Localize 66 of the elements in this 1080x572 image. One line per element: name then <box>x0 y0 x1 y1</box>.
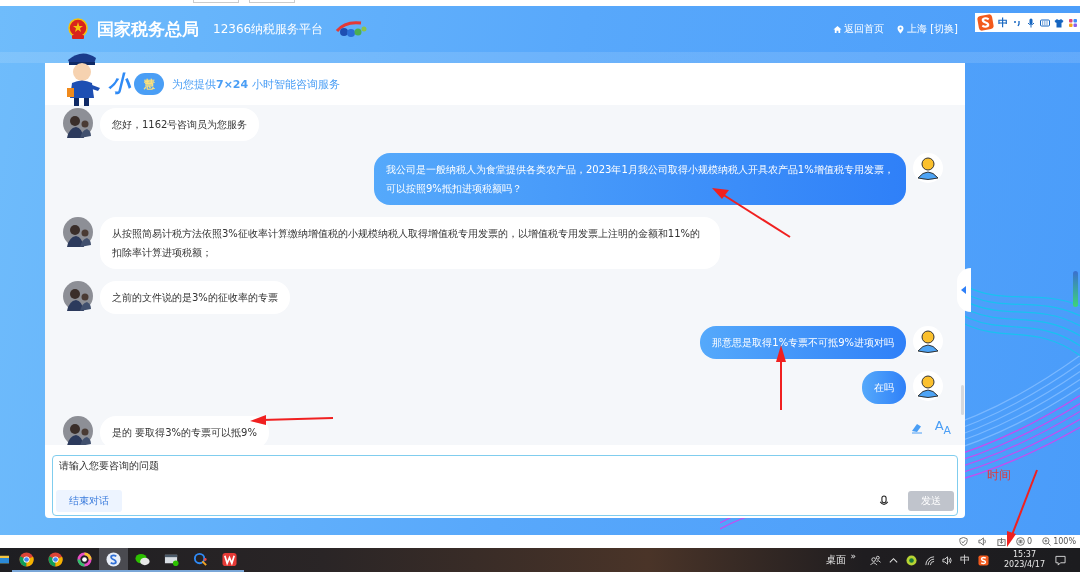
clock-date: 2023/4/17 <box>1003 560 1045 570</box>
desktop-label[interactable]: 桌面 <box>826 553 847 567</box>
office-icon <box>222 551 237 567</box>
user-message: 我公司是一般纳税人为食堂提供各类农产品，2023年1月我公司取得小规模纳税人开具农产品1%增值税专用发票，可以按照9%抵扣进项税额吗？ <box>374 153 906 205</box>
microphone-icon[interactable] <box>879 495 889 507</box>
scrollbar-thumb[interactable] <box>961 385 964 415</box>
user-message: 那意思是取得1%专票不可抵9%进项对吗 <box>700 326 906 359</box>
chat-bubbles-icon <box>135 551 150 567</box>
zoom-control[interactable]: 100% <box>1042 537 1076 546</box>
browser-icon <box>48 551 63 567</box>
site-title: 国家税务总局 <box>97 17 199 41</box>
assistant-name: 小 <box>108 70 130 98</box>
eraser-icon[interactable] <box>910 421 923 434</box>
home-icon <box>833 24 842 34</box>
microphone-icon[interactable] <box>1026 17 1036 28</box>
agent-avatar <box>63 108 93 138</box>
wifi-icon[interactable] <box>923 554 935 566</box>
taskbar-app[interactable] <box>99 548 128 572</box>
shield-icon[interactable] <box>959 537 969 546</box>
user-message: 在吗 <box>862 371 906 404</box>
people-icon[interactable] <box>869 554 881 566</box>
agent-avatar <box>63 416 93 445</box>
agent-message: 之前的文件说的是3%的征收率的专票 <box>100 281 290 314</box>
robot-badge: 慧 <box>134 73 164 95</box>
logo-icon <box>335 19 368 39</box>
search-chat-icon <box>193 551 208 567</box>
tray-app-icon[interactable] <box>905 554 917 566</box>
user-avatar <box>913 326 943 356</box>
taskbar-clock[interactable]: 15:37 2023/4/17 <box>1003 550 1045 570</box>
grid-icon[interactable] <box>1068 17 1078 28</box>
caret-icon <box>961 286 966 294</box>
blocked-counter[interactable]: 0 <box>1016 537 1033 546</box>
shirt-icon[interactable] <box>1054 17 1064 28</box>
input-method-icon[interactable] <box>977 14 994 31</box>
agent-message: 您好，1162号咨询员为您服务 <box>100 108 260 141</box>
annotation-arrow <box>776 345 786 411</box>
agent-message: 从按照简易计税方法依照3%征收率计算缴纳增值税的小规模纳税人取得增值税专用发票的，以增值税专用发票上注明的金额和11%的扣除率计算进项税额； <box>100 217 720 269</box>
user-avatar <box>913 153 943 183</box>
clock-time: 15:37 <box>1012 550 1036 560</box>
collapse-tab[interactable] <box>957 268 971 312</box>
emblem-icon <box>67 18 89 40</box>
site-subtitle: 12366纳税服务平台 <box>213 20 324 38</box>
ring-app-icon <box>77 551 92 567</box>
user-avatar <box>913 371 943 401</box>
keyboard-icon[interactable] <box>1040 17 1050 28</box>
input-mode-toggle[interactable]: 中 <box>998 15 1008 30</box>
location-pin-icon <box>896 24 905 34</box>
annotation-label: 时间 <box>987 467 1011 484</box>
zoom-level: 100% <box>1053 537 1076 546</box>
speaker-icon[interactable] <box>941 554 953 566</box>
input-method-icon[interactable] <box>977 554 989 566</box>
agent-message: 是的 要取得3%的专票可以抵9% <box>100 416 269 445</box>
notification-icon[interactable] <box>1055 554 1066 566</box>
agent-avatar <box>63 281 93 311</box>
end-chat-button[interactable]: 结束对话 <box>56 490 122 512</box>
input-method-icon <box>106 551 121 567</box>
blocked-count: 0 <box>1027 537 1033 546</box>
agent-avatar <box>63 217 93 247</box>
toolbar-overflow[interactable]: » <box>850 551 856 561</box>
service-tagline: 为您提供7×24 小时智能咨询服务 <box>172 76 340 92</box>
input-mode-indicator[interactable]: 中 <box>959 553 970 567</box>
side-scroll-indicator <box>1073 271 1078 307</box>
zoom-icon <box>1042 537 1052 546</box>
download-icon[interactable] <box>997 537 1007 546</box>
block-icon <box>1016 537 1026 546</box>
browser-icon <box>19 551 34 567</box>
